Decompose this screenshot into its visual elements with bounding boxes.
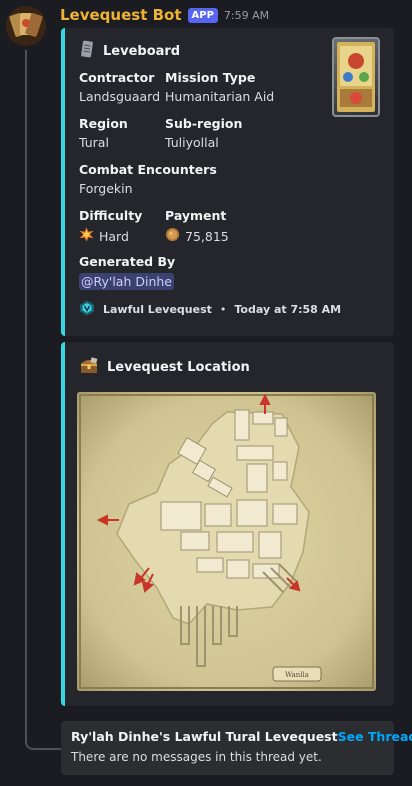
- leveboard-title: Leveboard: [103, 43, 181, 59]
- user-mention[interactable]: @Ry'lah Dinhe: [79, 273, 174, 290]
- embed-footer: Lawful Levequest • Today at 7:58 AM: [79, 300, 341, 319]
- field-subregion-name: Sub-region: [165, 116, 243, 131]
- field-difficulty: Difficulty Hard: [79, 208, 142, 245]
- bot-avatar[interactable]: [6, 6, 46, 46]
- field-subregion-value: Tuliyollal: [165, 135, 219, 150]
- thread-connector: [25, 50, 61, 750]
- thread-title-row: Ry'lah Dinhe's Lawful Tural Levequest Se…: [71, 729, 412, 744]
- field-combat-name: Combat Encounters: [79, 162, 217, 177]
- field-region-value: Tural: [79, 135, 109, 150]
- field-generated-by: Generated By @Ry'lah Dinhe: [79, 254, 175, 290]
- field-combat-encounters: Combat Encounters Forgekin: [79, 162, 217, 196]
- footer-separator: •: [219, 303, 227, 316]
- map-plaque-label: Wanlla: [285, 671, 309, 679]
- payment-text: 75,815: [185, 228, 229, 244]
- thread-name[interactable]: Ry'lah Dinhe's Lawful Tural Levequest: [71, 729, 338, 744]
- field-difficulty-value: Hard: [79, 227, 142, 245]
- see-thread-link[interactable]: See Thread ›: [338, 729, 412, 744]
- thread-empty-text: There are no messages in this thread yet…: [71, 750, 322, 764]
- field-contractor-value: Landsguaard: [79, 89, 161, 104]
- tuliyollal-map: Wanlla: [77, 392, 376, 691]
- location-title: Levequest Location: [107, 359, 250, 375]
- field-difficulty-name: Difficulty: [79, 208, 143, 223]
- field-payment-name: Payment: [165, 208, 227, 223]
- leveboard-embed: Leveboard Contractor Landsguaard Mission…: [61, 28, 394, 336]
- lawful-levequest-icon: [79, 300, 95, 319]
- chest-icon: [79, 356, 99, 378]
- message-timestamp[interactable]: 7:59 AM: [224, 9, 269, 22]
- field-mission-type-name: Mission Type: [165, 70, 256, 85]
- difficulty-text: Hard: [99, 228, 129, 244]
- field-region: Region Tural: [79, 116, 128, 150]
- field-subregion: Sub-region Tuliyollal: [165, 116, 242, 150]
- field-generated-by-row: @Ry'lah Dinhe: [79, 273, 175, 290]
- field-payment-value: 75,815: [165, 227, 229, 245]
- star-burst-icon: [79, 227, 94, 245]
- leve-card-art: [337, 42, 375, 112]
- thread-preview[interactable]: Ry'lah Dinhe's Lawful Tural Levequest Se…: [61, 721, 412, 775]
- footer-source: Lawful Levequest: [103, 303, 212, 316]
- scroll-icon: [79, 40, 95, 62]
- location-title-row: Levequest Location: [79, 356, 250, 378]
- bot-username[interactable]: Levequest Bot: [60, 6, 182, 24]
- app-badge: APP: [187, 7, 218, 23]
- field-mission-type-value: Humanitarian Aid: [165, 89, 275, 104]
- message-header: Levequest Bot APP 7:59 AM: [60, 4, 269, 26]
- gil-coin-icon: [165, 227, 180, 245]
- footer-time: Today at 7:58 AM: [234, 303, 342, 316]
- avatar-art: [6, 6, 46, 46]
- leve-card-thumbnail[interactable]: [332, 37, 380, 117]
- field-contractor: Contractor Landsguaard: [79, 70, 160, 104]
- field-region-name: Region: [79, 116, 128, 131]
- leveboard-title-row: Leveboard: [79, 40, 180, 62]
- field-mission-type: Mission Type Humanitarian Aid: [165, 70, 274, 104]
- location-embed: Levequest Location Wanlla: [61, 342, 394, 706]
- levequest-map[interactable]: Wanlla: [77, 392, 376, 691]
- field-combat-value: Forgekin: [79, 181, 133, 196]
- message: Levequest Bot APP 7:59 AM Leveboard Cont…: [0, 0, 412, 786]
- field-contractor-name: Contractor: [79, 70, 155, 85]
- field-payment: Payment 75,815: [165, 208, 229, 245]
- field-generated-by-name: Generated By: [79, 254, 176, 269]
